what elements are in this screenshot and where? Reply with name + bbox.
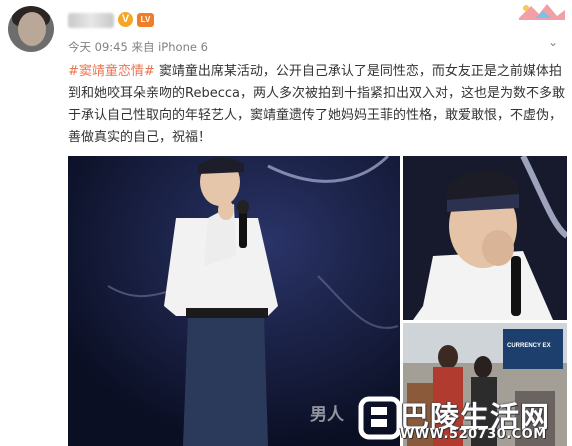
chevron-down-icon[interactable]: ⌄ xyxy=(548,35,558,49)
header-decoration-icon xyxy=(519,4,565,20)
closeup-photo-image xyxy=(403,156,567,320)
verified-icon: V xyxy=(118,12,133,27)
watermark-url: WWW.520730.COM xyxy=(400,427,547,442)
avatar[interactable] xyxy=(8,6,54,52)
post-meta: 今天 09:45 来自 iPhone 6 xyxy=(68,39,208,55)
watermark-man-text: 男人 xyxy=(310,405,344,425)
currency-sign: CURRENCY EX xyxy=(507,343,551,349)
closeup-photo[interactable] xyxy=(403,156,567,320)
watermark: 男人 巴陵生活网 WWW.520730.COM xyxy=(305,394,572,446)
author-name[interactable] xyxy=(68,13,114,28)
watermark-logo-icon xyxy=(358,396,402,440)
level-icon: LV xyxy=(137,13,154,27)
hashtag-link[interactable]: #窦靖童恋情# xyxy=(68,64,155,79)
timestamp[interactable]: 今天 09:45 xyxy=(68,40,128,54)
post-text: #窦靖童恋情# 窦靖童出席某活动，公开自己承认了是同性恋，而女友正是之前媒体拍到… xyxy=(68,61,566,149)
source: 来自 iPhone 6 xyxy=(131,40,208,54)
